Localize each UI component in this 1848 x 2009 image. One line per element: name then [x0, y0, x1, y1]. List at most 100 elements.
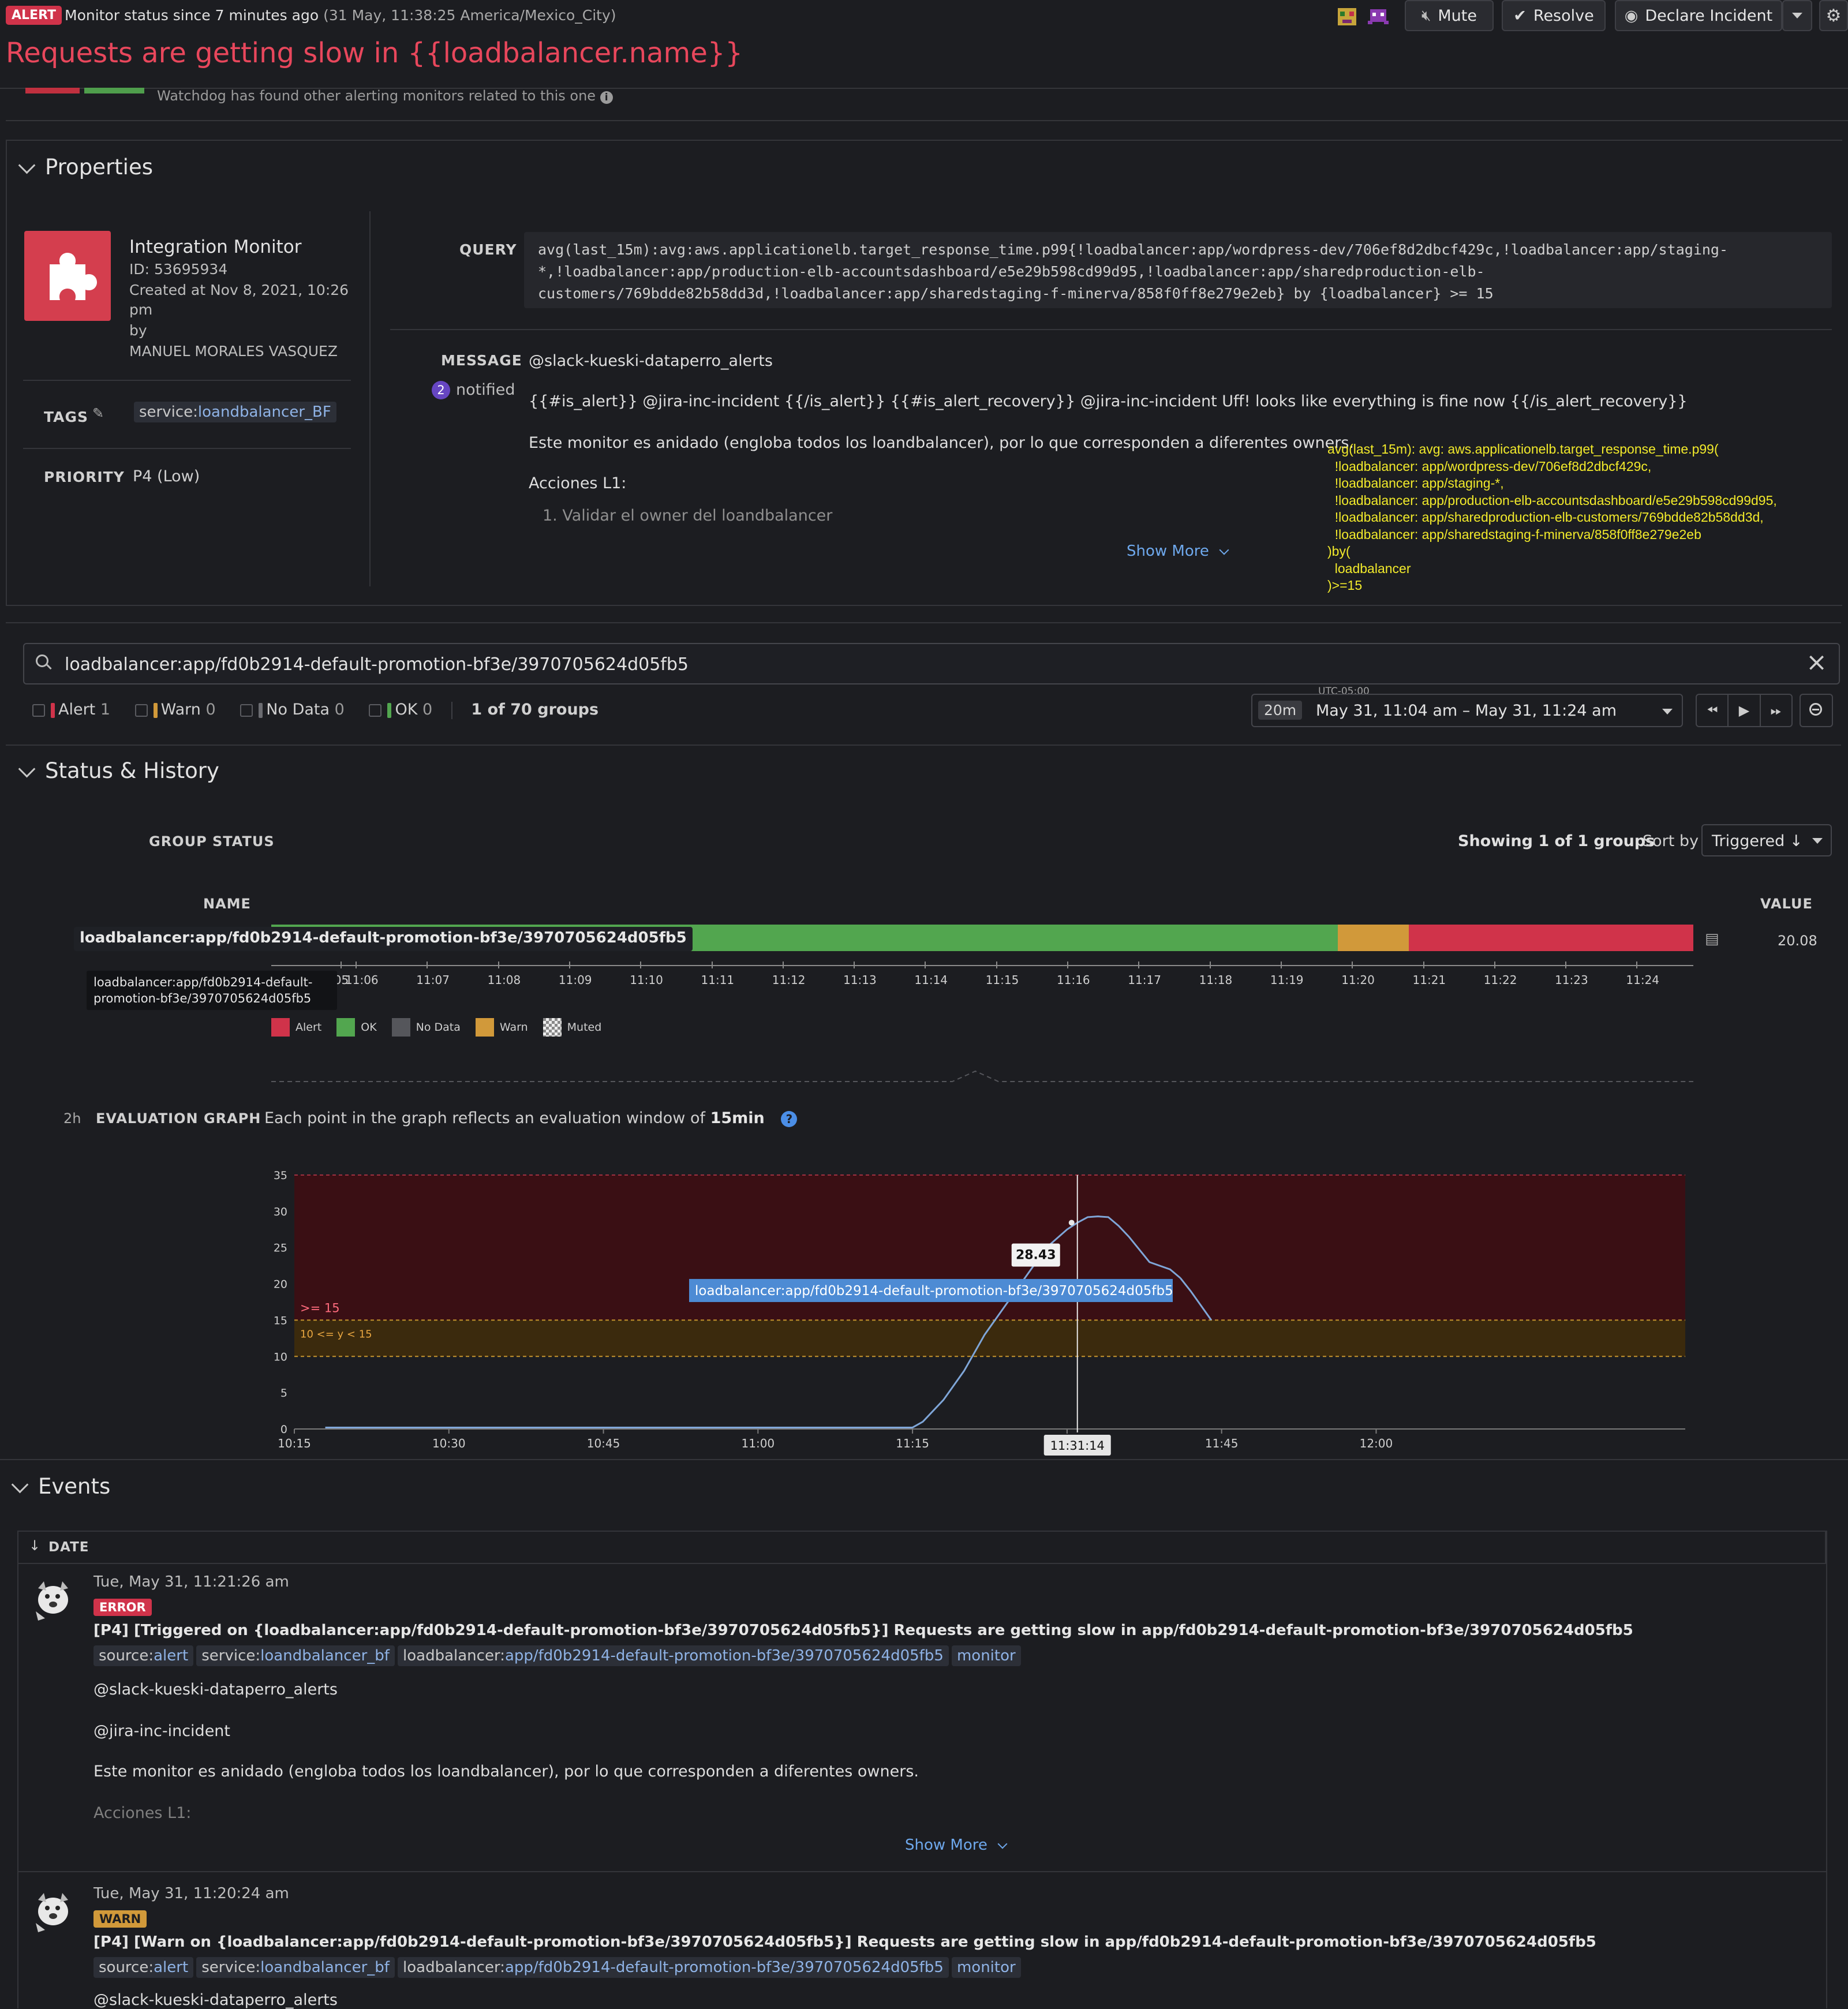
- sort-by-select[interactable]: Triggered ↓: [1701, 824, 1832, 856]
- timeline-tick-label: 11:20: [1341, 973, 1375, 987]
- declare-incident-button[interactable]: ◉ Declare Incident: [1615, 0, 1782, 31]
- mute-button[interactable]: 🔇︎ Mute: [1405, 0, 1494, 31]
- loadbalancer-tag[interactable]: loadbalancer:app/fd0b2914-default-promot…: [398, 1645, 949, 1666]
- notified-count-badge: 2: [432, 381, 450, 399]
- warn-threshold-label: 10 <= y < 15: [300, 1329, 372, 1341]
- hover-value: 28.43: [1016, 1248, 1056, 1263]
- hover-point: [1068, 1219, 1075, 1226]
- ok-filter[interactable]: OK 0: [369, 701, 432, 719]
- eval-separator: [271, 1070, 1693, 1082]
- timeline-tick-label: 11:14: [914, 973, 948, 987]
- source-tag[interactable]: source:alert: [93, 1645, 194, 1666]
- legend-ok-swatch: [336, 1018, 356, 1037]
- alert-filter[interactable]: Alert 1: [32, 701, 110, 719]
- showing-groups: Showing 1 of 1 groups: [1458, 832, 1655, 850]
- events-title: Events: [38, 1474, 111, 1499]
- query-annotation-overlay: avg(last_15m): avg: aws.applicationelb.t…: [1327, 441, 1777, 594]
- event-title[interactable]: [P4] [Warn on {loadbalancer:app/fd0b2914…: [93, 1933, 1596, 1951]
- sort-arrow-icon[interactable]: ↓: [29, 1537, 40, 1554]
- legend-warn-swatch: [475, 1018, 494, 1037]
- status-history-title: Status & History: [45, 758, 219, 783]
- clear-search-icon[interactable]: ×: [1806, 648, 1827, 677]
- bug-avatar-icon[interactable]: [1366, 3, 1391, 29]
- caret-down-icon: [1662, 709, 1673, 714]
- event-date: Tue, May 31, 11:20:24 am: [93, 1885, 289, 1902]
- mute-label: Mute: [1438, 6, 1477, 25]
- message-line: {{#is_alert}} @jira-inc-incident {{/is_a…: [529, 392, 1688, 410]
- y-tick-label: 5: [280, 1387, 287, 1400]
- divider: [23, 448, 351, 449]
- created-at: Created at Nov 8, 2021, 10:26: [129, 282, 349, 298]
- tags-label: TAGS: [44, 409, 88, 425]
- service-tag[interactable]: service:loandbalancer_BF: [134, 402, 336, 422]
- edit-pencil-icon[interactable]: ✎: [92, 405, 104, 421]
- service-tag[interactable]: service:loandbalancer_bf: [196, 1957, 395, 1978]
- evaluation-desc: Each point in the graph reflects an eval…: [264, 1109, 798, 1127]
- event-body-line: Acciones L1:: [93, 1804, 192, 1822]
- priority-value: P4 (Low): [133, 467, 200, 485]
- play-button[interactable]: ▶: [1729, 695, 1761, 726]
- timeline-tick-mark: [1138, 962, 1140, 968]
- timeline-tick-label: 11:06: [345, 973, 379, 987]
- timeline-tick-label: 11:23: [1555, 973, 1588, 987]
- overlay-line: !loadbalancer: app/sharedproduction-elb-…: [1327, 510, 1764, 525]
- monitor-tag[interactable]: monitor: [951, 1645, 1021, 1666]
- time-range-selector[interactable]: 20m May 31, 11:04 am – May 31, 11:24 am: [1251, 694, 1683, 727]
- overlay-line: !loadbalancer: app/sharedstaging-f-miner…: [1327, 526, 1701, 542]
- notebook-icon[interactable]: ▤: [1705, 930, 1719, 948]
- timeline-segment-warn[interactable]: [1338, 925, 1409, 951]
- created-at-suffix: pm: [129, 301, 153, 318]
- zoom-minus: [1812, 709, 1819, 710]
- divider: [390, 329, 1832, 330]
- warn-filter[interactable]: Warn 0: [134, 701, 216, 719]
- show-more-link[interactable]: Show More: [1127, 543, 1229, 560]
- vertical-divider: [369, 211, 371, 586]
- timeline-tick-label: 11:18: [1199, 973, 1233, 987]
- x-tick-label: 12:00: [1360, 1436, 1393, 1450]
- loadbalancer-tag[interactable]: loadbalancer:app/fd0b2914-default-promot…: [398, 1957, 949, 1978]
- zoom-out-button[interactable]: [1800, 694, 1833, 727]
- fast-forward-button[interactable]: ⏩︎: [1761, 695, 1791, 726]
- help-icon[interactable]: ?: [781, 1111, 798, 1127]
- group-search-input[interactable]: loadbalancer:app/fd0b2914-default-promot…: [23, 643, 1840, 684]
- source-tag[interactable]: source:alert: [93, 1957, 194, 1978]
- rewind-button[interactable]: ⏪︎: [1697, 695, 1729, 726]
- x-tick-label: 11:15: [896, 1436, 929, 1450]
- evaluation-chart[interactable]: >= 15 10 <= y < 15 0 5 10 15 20 25 30 35 10:15 10:3…: [0, 1148, 1848, 1460]
- monitor-tag[interactable]: monitor: [951, 1957, 1021, 1978]
- legend-nodata-swatch: [391, 1018, 410, 1037]
- message-line: 1. Validar el owner del loandbalancer: [543, 507, 833, 525]
- watchdog-ok-swatch: [84, 88, 144, 93]
- incident-avatar-icon[interactable]: [1334, 3, 1360, 29]
- declare-incident-dropdown[interactable]: [1782, 0, 1812, 31]
- timeline-tick-label: 11:09: [558, 973, 592, 987]
- overlay-line: avg(last_15m): avg: aws.applicationelb.t…: [1327, 442, 1719, 457]
- tooltip-line: loadbalancer:app/fd0b2914-default-: [93, 975, 313, 989]
- timeline-tick-mark: [1494, 962, 1495, 968]
- fast-forward-icon: ⏩︎: [1770, 702, 1782, 719]
- integration-puzzle-icon: [24, 231, 111, 321]
- monitor-id: ID: 53695934: [129, 261, 228, 278]
- name-column-header: NAME: [203, 896, 251, 912]
- y-tick-label: 35: [274, 1169, 287, 1182]
- nodata-filter[interactable]: No Data 0: [240, 701, 345, 719]
- search-value: loadbalancer:app/fd0b2914-default-promot…: [65, 654, 689, 675]
- group-name-label[interactable]: loadbalancer:app/fd0b2914-default-promot…: [74, 927, 693, 951]
- timeline-tick-mark: [996, 962, 997, 968]
- event-show-more-link[interactable]: Show More: [905, 1836, 1008, 1854]
- info-icon[interactable]: i: [600, 91, 613, 104]
- timeline-segment-alert[interactable]: [1409, 925, 1693, 951]
- monitor-title: Requests are getting slow in {{loadbalan…: [6, 37, 743, 69]
- group-name-tooltip: loadbalancer:app/fd0b2914-default- promo…: [87, 971, 337, 1010]
- sort-by-label: Sort by: [1643, 832, 1699, 850]
- hover-time: 11:31:14: [1050, 1439, 1105, 1453]
- timeline-tick-label: 11:16: [1057, 973, 1090, 987]
- timeline-tick-label: 11:24: [1626, 973, 1660, 987]
- overlay-line: !loadbalancer: app/production-elb-accoun…: [1327, 492, 1777, 508]
- settings-button[interactable]: ⚙: [1819, 0, 1848, 31]
- event-title[interactable]: [P4] [Triggered on {loadbalancer:app/fd0…: [93, 1622, 1633, 1639]
- service-tag[interactable]: service:loandbalancer_bf: [196, 1645, 395, 1666]
- value-column-header: VALUE: [1760, 896, 1813, 912]
- resolve-button[interactable]: ✔ Resolve: [1502, 0, 1606, 31]
- rewind-icon: ⏪︎: [1707, 702, 1718, 719]
